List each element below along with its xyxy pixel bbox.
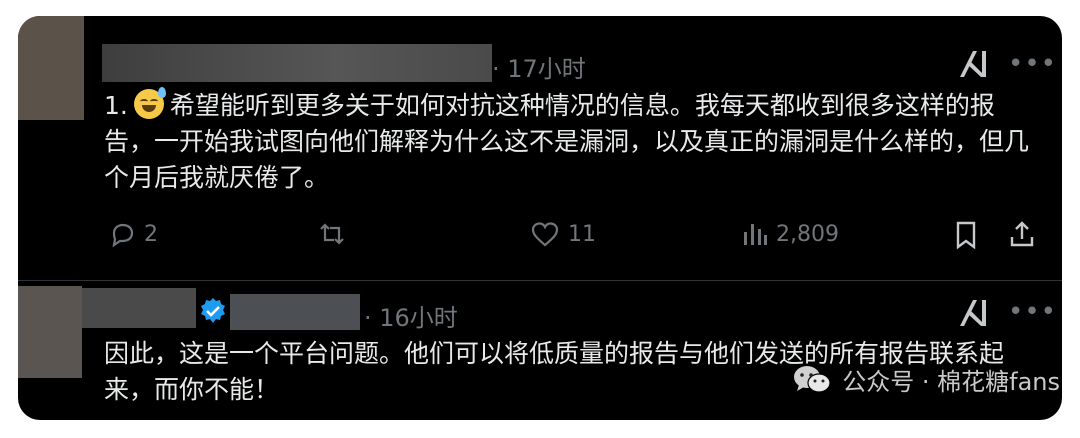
more-options-icon[interactable]: ••• [1008, 299, 1057, 325]
avatar[interactable] [18, 16, 84, 120]
repost-button[interactable] [316, 220, 356, 248]
share-icon[interactable] [1008, 219, 1036, 249]
list-number: 1. [104, 91, 128, 120]
post-timestamp[interactable]: · 17小时 [492, 49, 586, 84]
post-timestamp[interactable]: · 16小时 [364, 298, 458, 333]
verified-badge-icon [201, 298, 225, 323]
reply-icon [112, 223, 134, 248]
watermark-text: 公众号 · 棉花糖fans [842, 368, 1060, 396]
reply-count: 2 [144, 221, 158, 247]
avatar[interactable] [18, 286, 82, 378]
views-count: 2,809 [776, 221, 839, 247]
bookmark-icon[interactable] [952, 220, 980, 250]
watermark: 公众号 · 棉花糖fans [792, 362, 1060, 397]
reply-button[interactable]: 2 [108, 220, 158, 248]
views-button[interactable]: 2,809 [742, 220, 839, 248]
wechat-icon [794, 365, 831, 393]
more-options-icon[interactable]: ••• [1008, 51, 1057, 77]
like-button[interactable]: 11 [530, 220, 596, 248]
redacted-username[interactable] [102, 44, 492, 82]
heart-icon [531, 222, 559, 247]
analytics-bar-icon [744, 224, 767, 245]
redacted-username[interactable] [230, 294, 360, 330]
post-body: 1. 希望能听到更多关于如何对抗这种情况的信息。我每天都收到很多这样的报告，一开始… [104, 87, 1034, 196]
post-text: 希望能听到更多关于如何对抗这种情况的信息。我每天都收到很多这样的报告，一开始我试… [104, 91, 1030, 192]
grok-icon[interactable] [956, 47, 990, 81]
tweet-thread-card: · 17小时 ••• 1. 希望能听到更多关于如何对抗这种情况的信息。我每天都收到… [18, 16, 1062, 420]
like-count: 11 [568, 221, 596, 247]
grok-icon[interactable] [956, 296, 990, 330]
divider [18, 280, 1062, 281]
redacted-display-name[interactable] [82, 288, 196, 328]
sweat-smile-emoji-icon [133, 87, 166, 119]
repost-icon [320, 223, 344, 245]
